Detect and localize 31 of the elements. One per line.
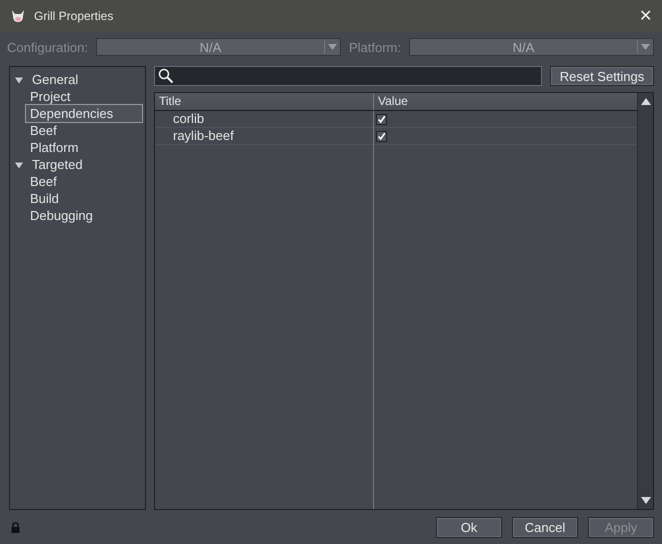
reset-settings-button[interactable]: Reset Settings	[550, 66, 654, 86]
column-header[interactable]: Title	[155, 93, 373, 110]
sidebar-item[interactable]: Debugging	[25, 206, 98, 225]
configuration-label: Configuration:	[7, 40, 88, 54]
expanded-triangle-icon[interactable]	[15, 76, 23, 84]
dialog-button[interactable]: Cancel	[512, 516, 578, 538]
search-field[interactable]	[154, 66, 542, 86]
sidebar-item[interactable]: General	[27, 70, 84, 89]
dropdown-arrow-icon	[328, 44, 337, 50]
sidebar-item[interactable]: Beef	[25, 172, 62, 191]
sidebar-item[interactable]: Project	[25, 87, 76, 106]
sidebar-item[interactable]: Platform	[25, 138, 84, 157]
dialog-button[interactable]: Ok	[436, 516, 502, 538]
dropdown-arrow-icon	[641, 44, 650, 50]
close-icon[interactable]: ✕	[639, 6, 652, 26]
checkbox[interactable]	[376, 130, 387, 142]
expanded-triangle-icon[interactable]	[15, 160, 23, 168]
search-icon	[158, 68, 174, 84]
table-cell-text: raylib-beef	[172, 128, 235, 144]
scrollbar[interactable]	[637, 93, 653, 509]
scroll-down-icon[interactable]	[640, 497, 650, 504]
sidebar-item[interactable]: Targeted	[27, 155, 88, 174]
sidebar-item[interactable]: Beef	[25, 121, 62, 140]
sidebar-item[interactable]: Build	[25, 189, 64, 208]
scroll-up-icon[interactable]	[640, 98, 650, 105]
checkbox[interactable]	[376, 114, 387, 124]
platform-label: Platform:	[348, 40, 401, 54]
app-logo-icon	[10, 8, 26, 24]
sidebar-item[interactable]: Dependencies	[25, 104, 143, 123]
table-cell-text: corlib	[172, 111, 206, 127]
window-title: Grill Properties	[34, 9, 114, 23]
